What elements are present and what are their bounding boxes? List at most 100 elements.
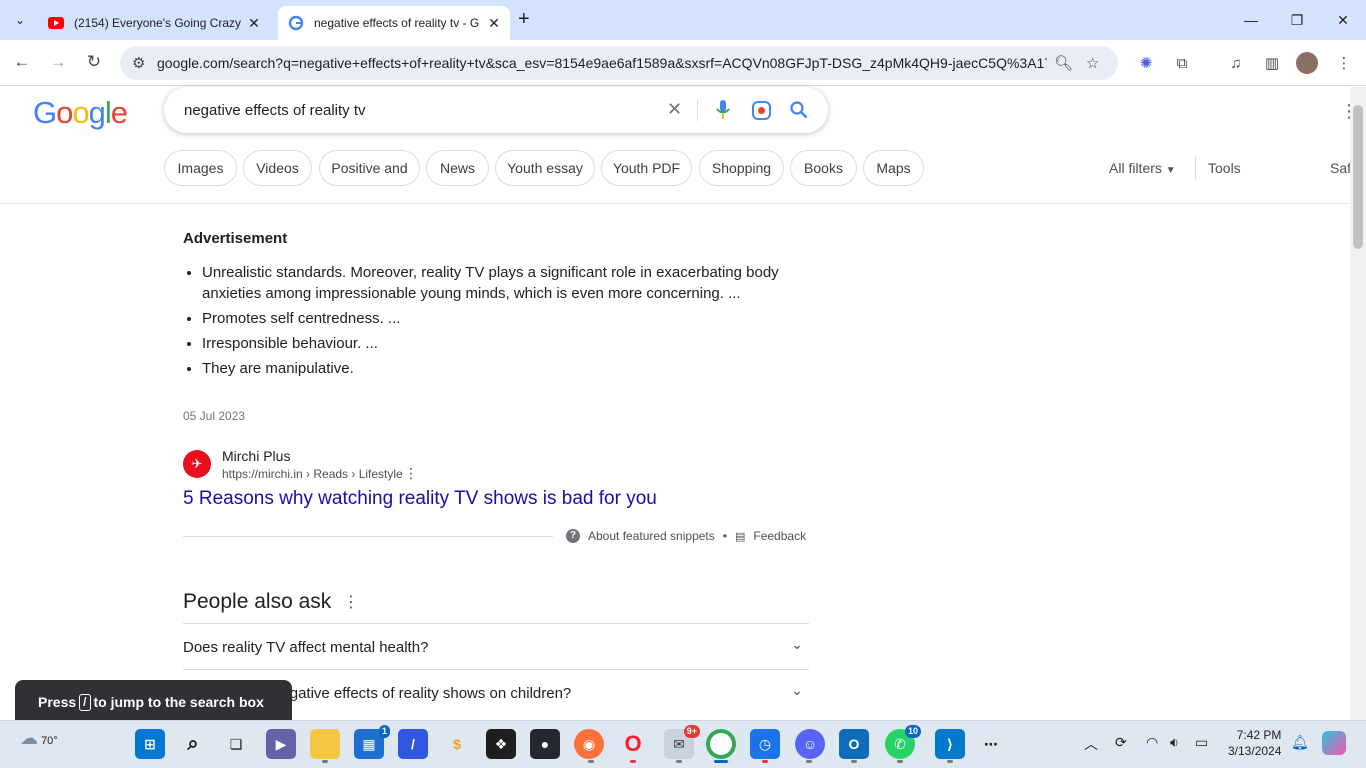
- chip-videos[interactable]: Videos: [243, 150, 312, 186]
- github-icon[interactable]: ●: [530, 729, 560, 759]
- mirchi-logo-icon: ✈: [183, 450, 211, 478]
- close-window-icon[interactable]: ✕: [1320, 0, 1366, 40]
- feedback-icon: ▤: [734, 530, 746, 543]
- url-text[interactable]: google.com/search?q=negative+effects+of+…: [157, 55, 1047, 71]
- clock-time: 7:42 PM: [1236, 728, 1282, 742]
- source-name[interactable]: Mirchi Plus: [222, 448, 290, 464]
- safesearch-button[interactable]: Saf: [1330, 160, 1351, 176]
- forward-icon[interactable]: →: [44, 48, 72, 76]
- windows-start-icon[interactable]: ⊞: [135, 729, 165, 759]
- feedback-link[interactable]: Feedback: [753, 529, 806, 543]
- tab-youtube[interactable]: (2154) Everyone's Going Crazy A ✕: [38, 6, 270, 40]
- snippet-footer: ? About featured snippets • ▤ Feedback: [566, 529, 806, 543]
- address-bar[interactable]: ⚙ google.com/search?q=negative+effects+o…: [120, 46, 1118, 80]
- vscode-icon[interactable]: ⟩: [935, 729, 965, 759]
- wifi-icon[interactable]: ◠: [1146, 734, 1158, 751]
- active-indicator: [714, 760, 728, 763]
- site-info-icon[interactable]: ⚙: [132, 54, 145, 72]
- system-clock[interactable]: 7:42 PM 3/13/2024: [1228, 727, 1281, 759]
- scrollbar-thumb[interactable]: [1353, 105, 1363, 249]
- google-logo[interactable]: Google: [33, 95, 128, 131]
- menu-kebab-icon[interactable]: ⋮: [1333, 52, 1355, 74]
- app-icon[interactable]: $: [442, 729, 472, 759]
- sync-icon[interactable]: ⟳: [1115, 734, 1127, 751]
- tools-button[interactable]: Tools: [1208, 160, 1241, 176]
- figma-icon[interactable]: ❖: [486, 729, 516, 759]
- profile-avatar[interactable]: [1296, 52, 1318, 74]
- discord-icon[interactable]: ☺: [795, 729, 825, 759]
- lens-search-icon[interactable]: [752, 101, 771, 120]
- result-title-link[interactable]: 5 Reasons why watching reality TV shows …: [183, 488, 657, 510]
- restore-icon[interactable]: ❐: [1274, 0, 1320, 40]
- firefox-icon[interactable]: ◉: [574, 729, 604, 759]
- toast-text: to jump to the search box: [93, 694, 264, 710]
- media-control-icon[interactable]: ♫: [1225, 52, 1247, 74]
- extensions-puzzle-icon[interactable]: ⧉: [1171, 52, 1193, 74]
- app-icon[interactable]: ◷: [750, 729, 780, 759]
- voice-search-icon[interactable]: [716, 100, 730, 120]
- side-panel-icon[interactable]: ▥: [1261, 52, 1283, 74]
- all-filters-button[interactable]: All filters ▼: [1109, 160, 1176, 176]
- toast-press: Press: [38, 694, 77, 710]
- running-indicator: [947, 760, 953, 763]
- page-scrollbar[interactable]: [1350, 87, 1366, 720]
- reload-icon[interactable]: ↻: [80, 48, 108, 76]
- whatsapp-icon[interactable]: ✆ 10: [885, 725, 921, 759]
- clear-search-icon[interactable]: ✕: [667, 99, 682, 120]
- chevron-up-icon[interactable]: ︿: [1084, 734, 1098, 754]
- chip-images[interactable]: Images: [164, 150, 237, 186]
- zoom-icon[interactable]: 🔍︎: [1054, 54, 1073, 72]
- tab-title: negative effects of reality tv - G: [314, 16, 480, 30]
- file-explorer-icon[interactable]: [310, 729, 340, 759]
- task-view-icon[interactable]: ❏: [221, 729, 251, 759]
- search-box[interactable]: negative effects of reality tv ✕: [164, 87, 828, 133]
- chip-positive-and[interactable]: Positive and: [319, 150, 420, 186]
- chip-youth-pdf[interactable]: Youth PDF: [601, 150, 692, 186]
- copilot-icon[interactable]: [1322, 731, 1346, 755]
- chip-maps[interactable]: Maps: [863, 150, 924, 186]
- chip-books[interactable]: Books: [790, 150, 857, 186]
- close-tab-icon[interactable]: ✕: [484, 15, 504, 32]
- help-icon: ?: [566, 529, 580, 543]
- notification-bell-icon[interactable]: 🔔︎: [1291, 734, 1309, 751]
- new-tab-icon[interactable]: +: [518, 8, 530, 31]
- snippet-date: 05 Jul 2023: [183, 409, 246, 423]
- extension-icon[interactable]: ✺: [1135, 52, 1157, 74]
- source-url[interactable]: https://mirchi.in › Reads › Lifestyle: [222, 467, 403, 481]
- result-options-icon[interactable]: ⋮: [404, 465, 418, 482]
- search-taskbar-icon[interactable]: ⌕: [178, 729, 208, 759]
- battery-icon[interactable]: ▭: [1195, 734, 1208, 751]
- running-indicator: [676, 760, 682, 763]
- paa-heading: People also ask: [183, 590, 332, 613]
- whatsapp-badge: 10: [904, 725, 921, 738]
- google-g-icon: [288, 15, 304, 31]
- close-tab-icon[interactable]: ✕: [244, 15, 264, 32]
- chip-shopping[interactable]: Shopping: [699, 150, 784, 186]
- paa-question[interactable]: Does reality TV affect mental health? ⌄: [183, 623, 809, 669]
- outlook-icon[interactable]: O: [839, 729, 869, 759]
- paa-options-icon[interactable]: ⋮: [343, 592, 359, 612]
- running-indicator: [322, 760, 328, 763]
- chip-news[interactable]: News: [426, 150, 489, 186]
- search-input[interactable]: negative effects of reality tv: [184, 102, 366, 119]
- more-apps-icon[interactable]: ⋯: [976, 729, 1006, 759]
- opera-icon[interactable]: O: [618, 729, 648, 759]
- teams-icon[interactable]: ▶: [266, 729, 296, 759]
- tab-google-search[interactable]: negative effects of reality tv - G ✕: [278, 6, 510, 40]
- app-icon[interactable]: ✉ 9+: [664, 725, 700, 759]
- separator-dot: •: [722, 529, 727, 543]
- about-snippets-link[interactable]: About featured snippets: [588, 529, 715, 543]
- search-icon[interactable]: [790, 101, 808, 119]
- snippet-bullet-list: Unrealistic standards. Moreover, reality…: [183, 262, 793, 383]
- chrome-icon[interactable]: [706, 729, 736, 759]
- app-icon[interactable]: /: [398, 729, 428, 759]
- back-icon[interactable]: ←: [8, 48, 36, 76]
- tab-search-button[interactable]: ⌄: [8, 8, 32, 32]
- chip-youth-essay[interactable]: Youth essay: [495, 150, 595, 186]
- weather-widget[interactable]: ☁ 70°: [20, 728, 58, 749]
- bookmark-star-icon[interactable]: ☆: [1086, 54, 1099, 72]
- minimize-icon[interactable]: —: [1228, 0, 1274, 40]
- weather-cloud-icon: ☁: [20, 728, 38, 748]
- ms-store-icon[interactable]: ▦ 1: [354, 725, 390, 759]
- volume-icon[interactable]: 🔉︎: [1170, 734, 1179, 751]
